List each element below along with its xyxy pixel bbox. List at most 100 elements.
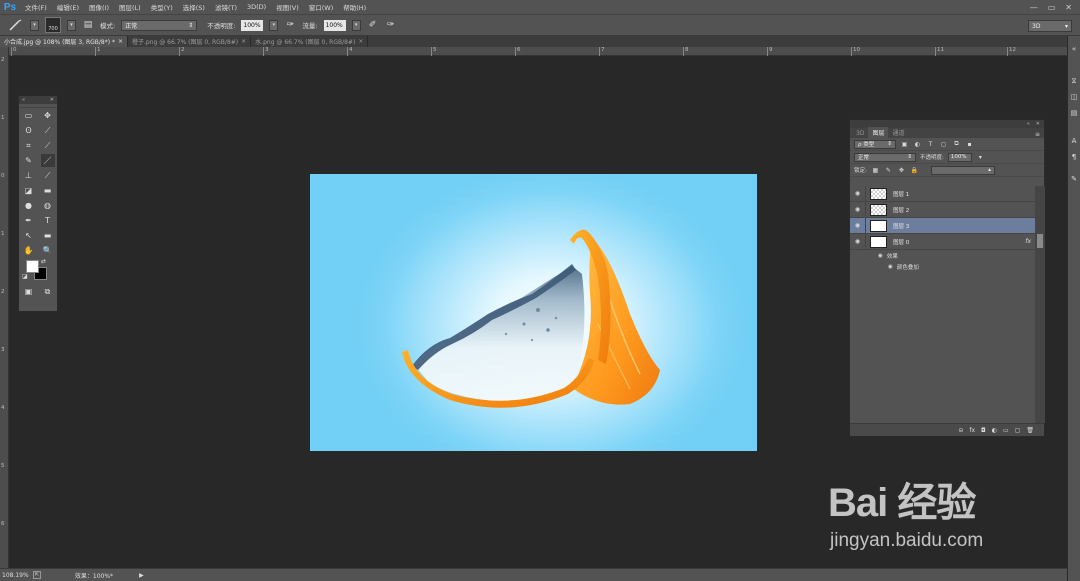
- chevron-down-icon[interactable]: ▾: [976, 153, 985, 162]
- menu-help[interactable]: 帮助(H): [338, 2, 371, 12]
- layer-row[interactable]: ◉ 图层 1: [850, 185, 1035, 202]
- tools-panel-header[interactable]: «✕: [19, 96, 57, 104]
- adjustment-filter-icon[interactable]: ◐: [913, 140, 922, 149]
- paragraph-panel-icon[interactable]: ¶: [1069, 152, 1079, 162]
- layer-effects-badge[interactable]: fx: [1025, 238, 1031, 245]
- menu-3d[interactable]: 3D(D): [242, 3, 271, 11]
- flow-input[interactable]: 100%: [323, 19, 346, 31]
- effect-color-overlay[interactable]: ◉ 颜色叠加: [850, 261, 1035, 272]
- character-panel-icon[interactable]: A: [1069, 136, 1079, 146]
- quick-select-tool-icon[interactable]: ⟋: [41, 124, 55, 137]
- quick-mask-icon[interactable]: ▣: [22, 285, 36, 298]
- type-filter-icon[interactable]: T: [926, 140, 935, 149]
- brush-size-box[interactable]: 700: [45, 17, 61, 33]
- close-icon[interactable]: ×: [118, 38, 123, 45]
- brush-preset-dropdown[interactable]: ▾: [30, 19, 39, 31]
- pixel-filter-icon[interactable]: ▣: [900, 140, 909, 149]
- gradient-tool-icon[interactable]: ▬: [41, 184, 55, 197]
- menu-file[interactable]: 文件(F): [20, 2, 52, 12]
- minimize-icon[interactable]: —: [1030, 3, 1038, 12]
- brush-size-dropdown[interactable]: ▾: [67, 19, 76, 31]
- add-style-icon[interactable]: fx: [969, 427, 975, 434]
- layer-opacity-input[interactable]: 100%: [947, 152, 972, 162]
- lock-all-icon[interactable]: 🔒: [910, 166, 919, 175]
- foreground-color-swatch[interactable]: [26, 260, 39, 273]
- history-brush-tool-icon[interactable]: ⟋: [41, 169, 55, 182]
- path-select-tool-icon[interactable]: ↖: [22, 229, 36, 242]
- flow-dropdown[interactable]: ▾: [351, 19, 361, 31]
- tab-document-1[interactable]: 小合成.jpg @ 108% (图层 3, RGB/8*) * ×: [0, 36, 128, 47]
- close-icon[interactable]: ✕: [50, 97, 54, 103]
- hand-tool-icon[interactable]: ✋: [22, 244, 36, 257]
- airbrush-icon[interactable]: ✐: [367, 19, 379, 31]
- effects-group[interactable]: ◉ 效果: [850, 250, 1035, 261]
- share-icon[interactable]: ⇱: [32, 571, 41, 579]
- default-colors-icon[interactable]: ◪: [22, 273, 28, 280]
- menu-window[interactable]: 窗口(W): [304, 2, 339, 12]
- brush-tool-preset-icon[interactable]: [6, 17, 24, 33]
- zoom-tool-icon[interactable]: 🔍: [41, 244, 55, 257]
- mode-select[interactable]: 正常 ⇕: [121, 19, 198, 31]
- layer-row-selected[interactable]: ◉ 图层 3: [850, 217, 1035, 234]
- pen-tool-icon[interactable]: ✒: [22, 214, 36, 227]
- maximize-icon[interactable]: ▭: [1048, 3, 1056, 12]
- status-menu-arrow-icon[interactable]: ▶: [139, 572, 144, 579]
- menu-view[interactable]: 视图(V): [271, 2, 304, 12]
- close-icon[interactable]: ×: [358, 38, 363, 45]
- add-mask-icon[interactable]: ◘: [981, 427, 986, 434]
- tab-document-2[interactable]: 橙子.png @ 66.7% (图层 0, RGB/8#) ×: [128, 36, 252, 47]
- menu-select[interactable]: 选择(S): [178, 2, 210, 12]
- lock-position-icon[interactable]: ✥: [897, 166, 906, 175]
- visibility-eye-icon[interactable]: ◉: [850, 217, 866, 234]
- layer-row[interactable]: ◉ 图层 2: [850, 201, 1035, 218]
- link-layers-icon[interactable]: ⊝: [958, 427, 963, 434]
- fill-input[interactable]: ▴: [930, 165, 995, 175]
- visibility-eye-icon[interactable]: ◉: [850, 201, 866, 218]
- menu-layer[interactable]: 图层(L): [114, 2, 146, 12]
- shape-filter-icon[interactable]: ◻: [939, 140, 948, 149]
- collapse-icon[interactable]: «: [22, 97, 25, 103]
- new-group-icon[interactable]: ▭: [1003, 427, 1009, 434]
- pressure-opacity-icon[interactable]: ✑: [284, 19, 296, 31]
- close-icon[interactable]: ✕: [1036, 121, 1040, 127]
- menu-type[interactable]: 类型(Y): [146, 2, 178, 12]
- crop-tool-icon[interactable]: ⌗: [22, 139, 36, 152]
- delete-layer-icon[interactable]: 🗑: [1026, 427, 1034, 434]
- screen-mode-icon[interactable]: ⧉: [41, 285, 55, 298]
- menu-image[interactable]: 图像(I): [84, 2, 114, 12]
- collapse-icon[interactable]: «: [1027, 121, 1030, 127]
- menu-edit[interactable]: 编辑(E): [52, 2, 84, 12]
- opacity-dropdown[interactable]: ▾: [269, 19, 279, 31]
- visibility-eye-icon[interactable]: ◉: [878, 253, 883, 259]
- tab-document-3[interactable]: 水.png @ 66.7% (图层 0, RGB/8#) ×: [251, 36, 369, 47]
- swap-colors-icon[interactable]: ⇄: [41, 258, 46, 265]
- lock-transparency-icon[interactable]: ▦: [871, 166, 880, 175]
- visibility-eye-icon[interactable]: ◉: [850, 185, 866, 202]
- clone-stamp-tool-icon[interactable]: ⊥: [22, 169, 36, 182]
- zoom-level[interactable]: 108.19%: [2, 572, 29, 579]
- pressure-size-icon[interactable]: ✑: [385, 19, 397, 31]
- marquee-tool-icon[interactable]: ▭: [22, 109, 36, 122]
- blend-mode-select[interactable]: 正常 ⇕: [854, 152, 916, 162]
- scrollbar-thumb[interactable]: [1037, 234, 1043, 248]
- tab-channels[interactable]: 通道: [888, 127, 908, 138]
- lock-pixels-icon[interactable]: ✎: [884, 166, 893, 175]
- history-panel-icon[interactable]: ⧖: [1069, 76, 1079, 86]
- workspace-select[interactable]: 3D ▾: [1028, 20, 1072, 32]
- healing-brush-tool-icon[interactable]: ✎: [22, 154, 36, 167]
- adjustment-layer-icon[interactable]: ◐: [992, 427, 997, 434]
- properties-panel-icon[interactable]: ◫: [1069, 92, 1079, 102]
- brush-panel-icon[interactable]: ▤: [82, 19, 94, 31]
- smart-object-filter-icon[interactable]: ⧉: [952, 140, 961, 149]
- close-icon[interactable]: ✕: [1065, 3, 1072, 12]
- rectangle-tool-icon[interactable]: ▬: [41, 229, 55, 242]
- visibility-eye-icon[interactable]: ◉: [888, 264, 893, 270]
- move-tool-icon[interactable]: ✥: [41, 109, 55, 122]
- menu-filter[interactable]: 滤镜(T): [210, 2, 242, 12]
- close-icon[interactable]: ×: [241, 38, 246, 45]
- brush-tool-icon[interactable]: ／: [40, 154, 55, 167]
- eraser-tool-icon[interactable]: ◪: [22, 184, 36, 197]
- filter-toggle-icon[interactable]: ▪: [965, 140, 974, 149]
- brush-panel-icon[interactable]: ✎: [1069, 174, 1079, 184]
- collapse-icon[interactable]: «: [1069, 44, 1079, 54]
